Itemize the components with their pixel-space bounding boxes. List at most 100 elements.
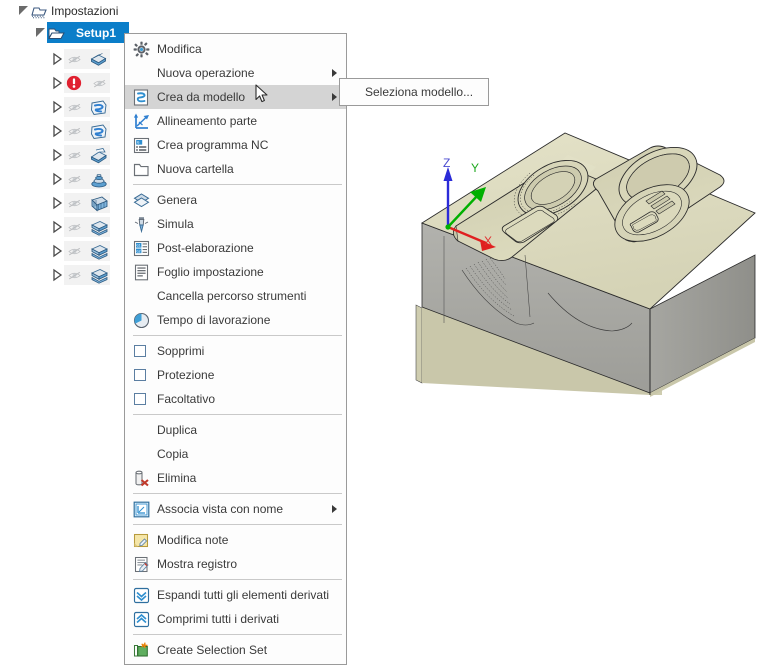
tree-item-operation[interactable] bbox=[0, 96, 130, 118]
menu-item-cancella-percorso-strumenti[interactable]: Cancella percorso strumenti bbox=[125, 284, 346, 308]
eye-slash-icon[interactable] bbox=[66, 173, 83, 186]
checkbox-protezione[interactable] bbox=[134, 369, 146, 381]
nc-program-icon: G bbox=[133, 137, 150, 154]
face-milling-icon bbox=[89, 51, 108, 68]
expand-triangle-closed-icon[interactable] bbox=[50, 100, 64, 114]
menu-item-label: Cancella percorso strumenti bbox=[157, 289, 307, 303]
menu-item-label: Copia bbox=[157, 447, 189, 461]
tree-item-setup1[interactable]: Setup1 bbox=[0, 22, 130, 44]
tree-item-operation[interactable] bbox=[0, 240, 130, 262]
eye-slash-icon[interactable] bbox=[66, 125, 83, 138]
submenu-arrow-icon bbox=[332, 93, 337, 101]
collapse-all-icon bbox=[133, 611, 150, 628]
eye-slash-icon[interactable] bbox=[66, 101, 83, 114]
expand-triangle-open-icon[interactable] bbox=[17, 4, 31, 18]
menu-item-espandi-tutti-gli-elementi-derivati[interactable]: Espandi tutti gli elementi derivati bbox=[125, 583, 346, 607]
menu-item-duplica[interactable]: Duplica bbox=[125, 418, 346, 442]
menu-item-label: Crea da modello bbox=[157, 90, 246, 104]
menu-item-label: Duplica bbox=[157, 423, 198, 437]
menu-item-tempo-di-lavorazione[interactable]: Tempo di lavorazione bbox=[125, 308, 346, 332]
tree-item-operation[interactable] bbox=[0, 120, 130, 142]
menu-item-facoltativo[interactable]: Facoltativo bbox=[125, 387, 346, 411]
tree-item-operation[interactable] bbox=[0, 192, 130, 214]
menu-item-nuova-operazione[interactable]: Nuova operazione bbox=[125, 61, 346, 85]
adaptive-clear-icon bbox=[89, 123, 108, 140]
eye-slash-icon[interactable] bbox=[66, 269, 83, 282]
operation-icon-group bbox=[64, 121, 110, 141]
error-icon[interactable] bbox=[66, 75, 82, 91]
menu-item-genera[interactable]: Genera bbox=[125, 188, 346, 212]
menu-item-modifica-note[interactable]: Modifica note bbox=[125, 528, 346, 552]
menu-item-sopprimi[interactable]: Sopprimi bbox=[125, 339, 346, 363]
menu-item-copia[interactable]: Copia bbox=[125, 442, 346, 466]
menu-item-label: Allineamento parte bbox=[157, 114, 258, 128]
model-viewport[interactable]: Z Y X bbox=[400, 95, 769, 425]
expand-triangle-closed-icon[interactable] bbox=[50, 172, 64, 186]
menu-item-label: Espandi tutti gli elementi derivati bbox=[157, 588, 330, 602]
expand-triangle-open-icon[interactable] bbox=[34, 26, 48, 40]
flat-finish-icon bbox=[89, 219, 108, 236]
checkbox-sopprimi[interactable] bbox=[134, 345, 146, 357]
menu-item-label: Sopprimi bbox=[157, 344, 205, 358]
expand-triangle-closed-icon[interactable] bbox=[50, 76, 64, 90]
context-menu[interactable]: Modifica Nuova operazione Crea da modello… bbox=[124, 33, 347, 665]
submenu-arrow-icon bbox=[332, 69, 337, 77]
menu-item-label: Modifica bbox=[157, 42, 202, 56]
expand-triangle-closed-icon[interactable] bbox=[50, 196, 64, 210]
expand-triangle-closed-icon[interactable] bbox=[50, 268, 64, 282]
menu-item-allineamento-parte[interactable]: Allineamento parte bbox=[125, 109, 346, 133]
menu-item-label: Simula bbox=[157, 217, 194, 231]
operation-icon-group bbox=[64, 241, 110, 261]
tree-item-operation[interactable] bbox=[0, 72, 130, 94]
operations-tree[interactable]: Impostazioni Setup1 bbox=[0, 0, 130, 614]
eye-slash-icon[interactable] bbox=[66, 245, 83, 258]
submenu-item-seleziona-modello[interactable]: Seleziona modello... bbox=[340, 85, 473, 99]
tree-item-operation[interactable] bbox=[0, 168, 130, 190]
expand-triangle-closed-icon[interactable] bbox=[50, 124, 64, 138]
menu-item-foglio-impostazione[interactable]: Foglio impostazione bbox=[125, 260, 346, 284]
operation-icon-group bbox=[64, 97, 110, 117]
tree-item-operation[interactable] bbox=[0, 144, 130, 166]
menu-separator bbox=[133, 184, 342, 185]
menu-item-mostra-registro[interactable]: Mostra registro bbox=[125, 552, 346, 576]
menu-separator bbox=[133, 335, 342, 336]
menu-item-post-elaborazione[interactable]: G1 G2 Post-elaborazione bbox=[125, 236, 346, 260]
context-submenu[interactable]: Seleziona modello... bbox=[339, 78, 489, 106]
tree-item-operation[interactable] bbox=[0, 264, 130, 286]
part-alignment-icon bbox=[133, 113, 150, 130]
menu-item-crea-programma-nc[interactable]: G Crea programma NC bbox=[125, 133, 346, 157]
expand-triangle-closed-icon[interactable] bbox=[50, 148, 64, 162]
expand-triangle-closed-icon[interactable] bbox=[50, 52, 64, 66]
menu-item-label: Protezione bbox=[157, 368, 215, 382]
menu-item-label: Comprimi tutti i derivati bbox=[157, 612, 280, 626]
menu-separator bbox=[133, 634, 342, 635]
eye-slash-icon[interactable] bbox=[66, 197, 83, 210]
menu-item-modifica[interactable]: Modifica bbox=[125, 37, 346, 61]
menu-item-crea-da-modello[interactable]: Crea da modello bbox=[125, 85, 346, 109]
menu-item-nuova-cartella[interactable]: Nuova cartella bbox=[125, 157, 346, 181]
svg-text:G2: G2 bbox=[136, 250, 140, 254]
menu-item-label: Nuova operazione bbox=[157, 66, 255, 80]
checkbox-facoltativo[interactable] bbox=[134, 393, 146, 405]
eye-slash-icon[interactable] bbox=[91, 77, 108, 90]
menu-item-elimina[interactable]: Elimina bbox=[125, 466, 346, 490]
expand-triangle-closed-icon[interactable] bbox=[50, 220, 64, 234]
menu-item-comprimi-tutti-i-derivati[interactable]: Comprimi tutti i derivati bbox=[125, 607, 346, 631]
tree-item-impostazioni[interactable]: Impostazioni bbox=[0, 0, 130, 22]
axis-label-z: Z bbox=[443, 156, 451, 170]
delete-icon bbox=[133, 470, 150, 487]
machined-block-model bbox=[415, 132, 756, 397]
operation-icon-group bbox=[64, 217, 110, 237]
folder-open-icon bbox=[48, 26, 65, 41]
eye-slash-icon[interactable] bbox=[66, 221, 83, 234]
eye-slash-icon[interactable] bbox=[66, 53, 83, 66]
menu-item-create-selection-set[interactable]: Create Selection Set bbox=[125, 638, 346, 662]
tree-item-operation[interactable] bbox=[0, 48, 130, 70]
expand-triangle-closed-icon[interactable] bbox=[50, 244, 64, 258]
menu-item-protezione[interactable]: Protezione bbox=[125, 363, 346, 387]
menu-separator bbox=[133, 414, 342, 415]
menu-item-simula[interactable]: Simula bbox=[125, 212, 346, 236]
tree-item-operation[interactable] bbox=[0, 216, 130, 238]
eye-slash-icon[interactable] bbox=[66, 149, 83, 162]
menu-item-associa-vista-con-nome[interactable]: Associa vista con nome bbox=[125, 497, 346, 521]
